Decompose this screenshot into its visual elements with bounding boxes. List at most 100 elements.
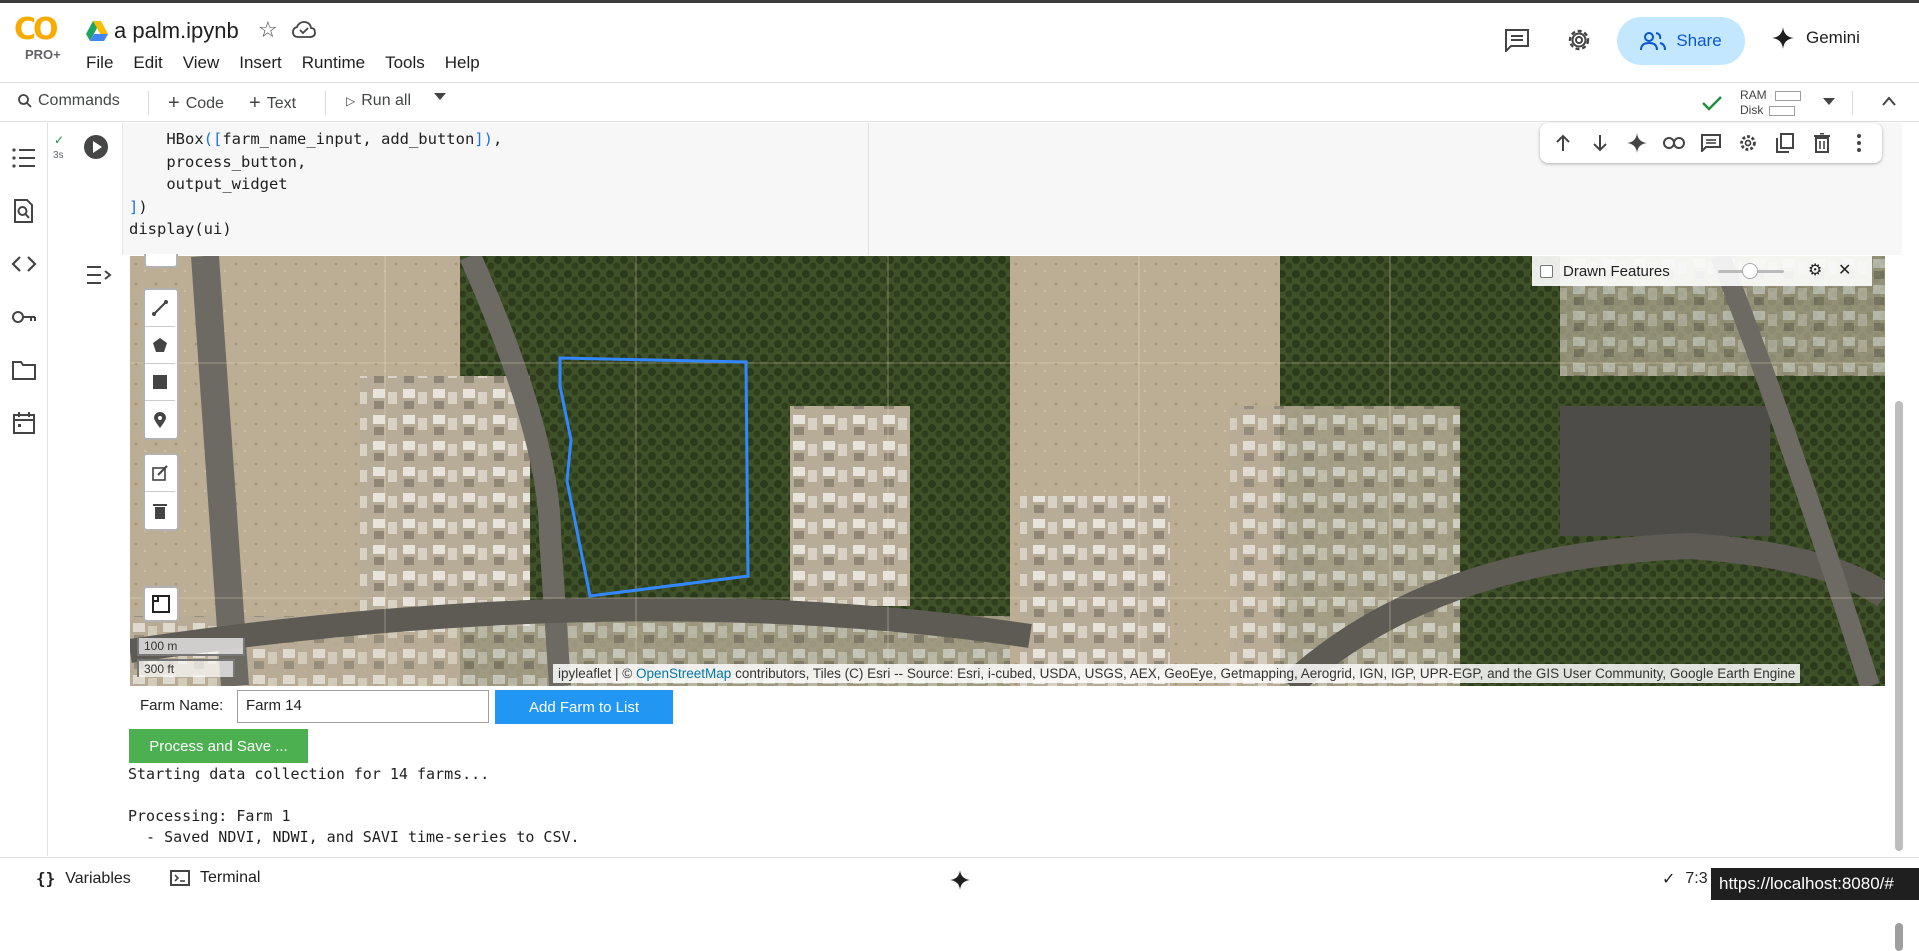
comment-icon[interactable] [1699,131,1723,155]
gemini-label: Gemini [1806,28,1860,47]
edit-layers-button[interactable] [145,455,175,492]
move-down-icon[interactable] [1588,131,1612,155]
link-icon[interactable] [1662,131,1686,155]
output-scrollbar-thumb[interactable] [1895,923,1903,951]
draw-polygon-button[interactable] [145,327,175,364]
gemini-sparkle-icon [1772,27,1794,49]
cloud-saved-icon[interactable] [292,21,316,39]
text-label: Text [266,94,297,112]
measure-button[interactable] [143,586,179,622]
plus-icon: + [168,92,180,114]
gemini-sparkle-icon[interactable] [1625,131,1649,155]
run-all-button[interactable]: ▷ Run all [346,92,411,110]
table-of-contents-icon[interactable] [11,145,37,171]
play-icon: ▷ [346,94,356,108]
commands-button[interactable]: Commands [18,92,120,110]
terminal-icon [170,870,190,886]
collapse-header-icon[interactable] [1881,95,1897,107]
search-icon [18,94,32,108]
fullscreen-button[interactable] [144,254,178,268]
farm-name-input[interactable]: Farm 14 [237,690,489,723]
output-actions-icon[interactable] [86,264,112,286]
star-icon[interactable]: ☆ [258,17,278,43]
layer-settings-gear-icon[interactable]: ⚙ [1808,260,1822,280]
farm-name-label: Farm Name: [140,697,224,714]
commands-label: Commands [38,92,120,109]
add-text-button[interactable]: + Text [249,92,296,115]
plus-icon: + [249,92,261,114]
mirror-cell-icon[interactable] [1773,131,1797,155]
drawn-farm-polygon[interactable] [130,256,1885,686]
menu-insert[interactable]: Insert [239,51,290,75]
secrets-key-icon[interactable] [11,304,37,330]
terminal-button[interactable]: Terminal [170,869,260,887]
code-text[interactable]: HBox([farm_name_input, add_button]), pro… [129,128,502,241]
delete-trash-icon[interactable] [1810,131,1834,155]
files-folder-icon[interactable] [11,357,37,383]
draw-rectangle-button[interactable] [145,364,175,401]
resource-meter[interactable]: RAM Disk [1740,88,1801,118]
people-icon [1640,32,1667,51]
code-snippets-icon[interactable] [11,251,37,277]
calendar-icon[interactable] [11,410,37,436]
process-and-save-button[interactable]: Process and Save ... [129,729,308,763]
run-cell-button[interactable] [84,135,108,159]
status-bar: {} Variables Terminal ✓ 7:3 [0,857,1919,900]
drawn-features-checkbox[interactable] [1540,264,1553,278]
notebook-scrollbar[interactable] [1893,123,1905,951]
rectangle-icon [153,375,167,389]
polygon-icon [153,338,167,352]
opacity-slider-thumb[interactable] [1742,263,1758,279]
more-options-icon[interactable] [1847,131,1871,155]
toolbar-divider [1852,91,1853,115]
find-replace-icon[interactable] [11,198,37,224]
comments-icon[interactable] [1504,28,1530,52]
menu-edit[interactable]: Edit [133,51,170,75]
google-drive-icon [86,21,108,41]
move-up-icon[interactable] [1551,131,1575,155]
delete-layers-button[interactable] [145,492,175,529]
ram-label: RAM [1740,88,1767,102]
openstreetmap-link[interactable]: OpenStreetMap [636,666,731,681]
code-line: process_button, [129,152,307,171]
runtime-dropdown-icon[interactable] [1823,98,1835,106]
output-line: Processing: Farm 1 [128,807,291,825]
menu-runtime[interactable]: Runtime [302,51,373,75]
share-button[interactable]: Share [1617,17,1745,65]
draw-marker-button[interactable] [145,401,175,438]
close-icon[interactable]: ✕ [1838,260,1851,280]
gemini-button[interactable]: Gemini [1772,27,1860,49]
scrollbar-thumb[interactable] [1895,401,1903,851]
satellite-map[interactable] [130,256,1885,686]
draw-polyline-button[interactable] [145,290,175,327]
edit-toolbar [143,453,179,531]
menu-tools[interactable]: Tools [385,51,433,75]
menu-help[interactable]: Help [445,51,488,75]
edit-icon [152,465,168,481]
add-farm-button[interactable]: Add Farm to List [495,690,673,724]
layer-name: Drawn Features [1563,262,1670,280]
menu-file[interactable]: File [86,51,121,75]
settings-gear-icon[interactable] [1565,26,1593,54]
code-line: HBox([farm_name_input, add_button]), [166,130,503,148]
scale-metric: 100 m [137,638,245,656]
braces-icon: {} [36,869,56,888]
cell-settings-gear-icon[interactable] [1736,131,1760,155]
url-tooltip: https://localhost:8080/# [1711,868,1919,900]
gemini-sparkle-icon[interactable] [950,870,970,890]
variables-button[interactable]: {} Variables [36,869,131,888]
notebook-title[interactable]: a palm.ipynb [114,18,239,44]
map-attribution: ipyleaflet | © OpenStreetMap contributor… [553,664,1801,683]
execution-status[interactable]: ✓ 7:3 [1662,869,1708,889]
colab-logo[interactable]: CO PRO+ [14,15,70,71]
menu-view[interactable]: View [183,51,228,75]
run-all-dropdown-icon[interactable] [434,93,446,101]
code-line: display(ui) [129,220,232,238]
layer-control: Drawn Features ⚙ ✕ [1532,256,1872,286]
menu-bar: File Edit View Insert Runtime Tools Help [86,51,500,75]
colab-plan-label: PRO+ [25,47,61,62]
toolbar-divider [325,91,326,115]
ram-meter: RAM [1740,88,1801,103]
left-sidebar [0,123,48,856]
add-code-button[interactable]: + Code [168,92,224,115]
